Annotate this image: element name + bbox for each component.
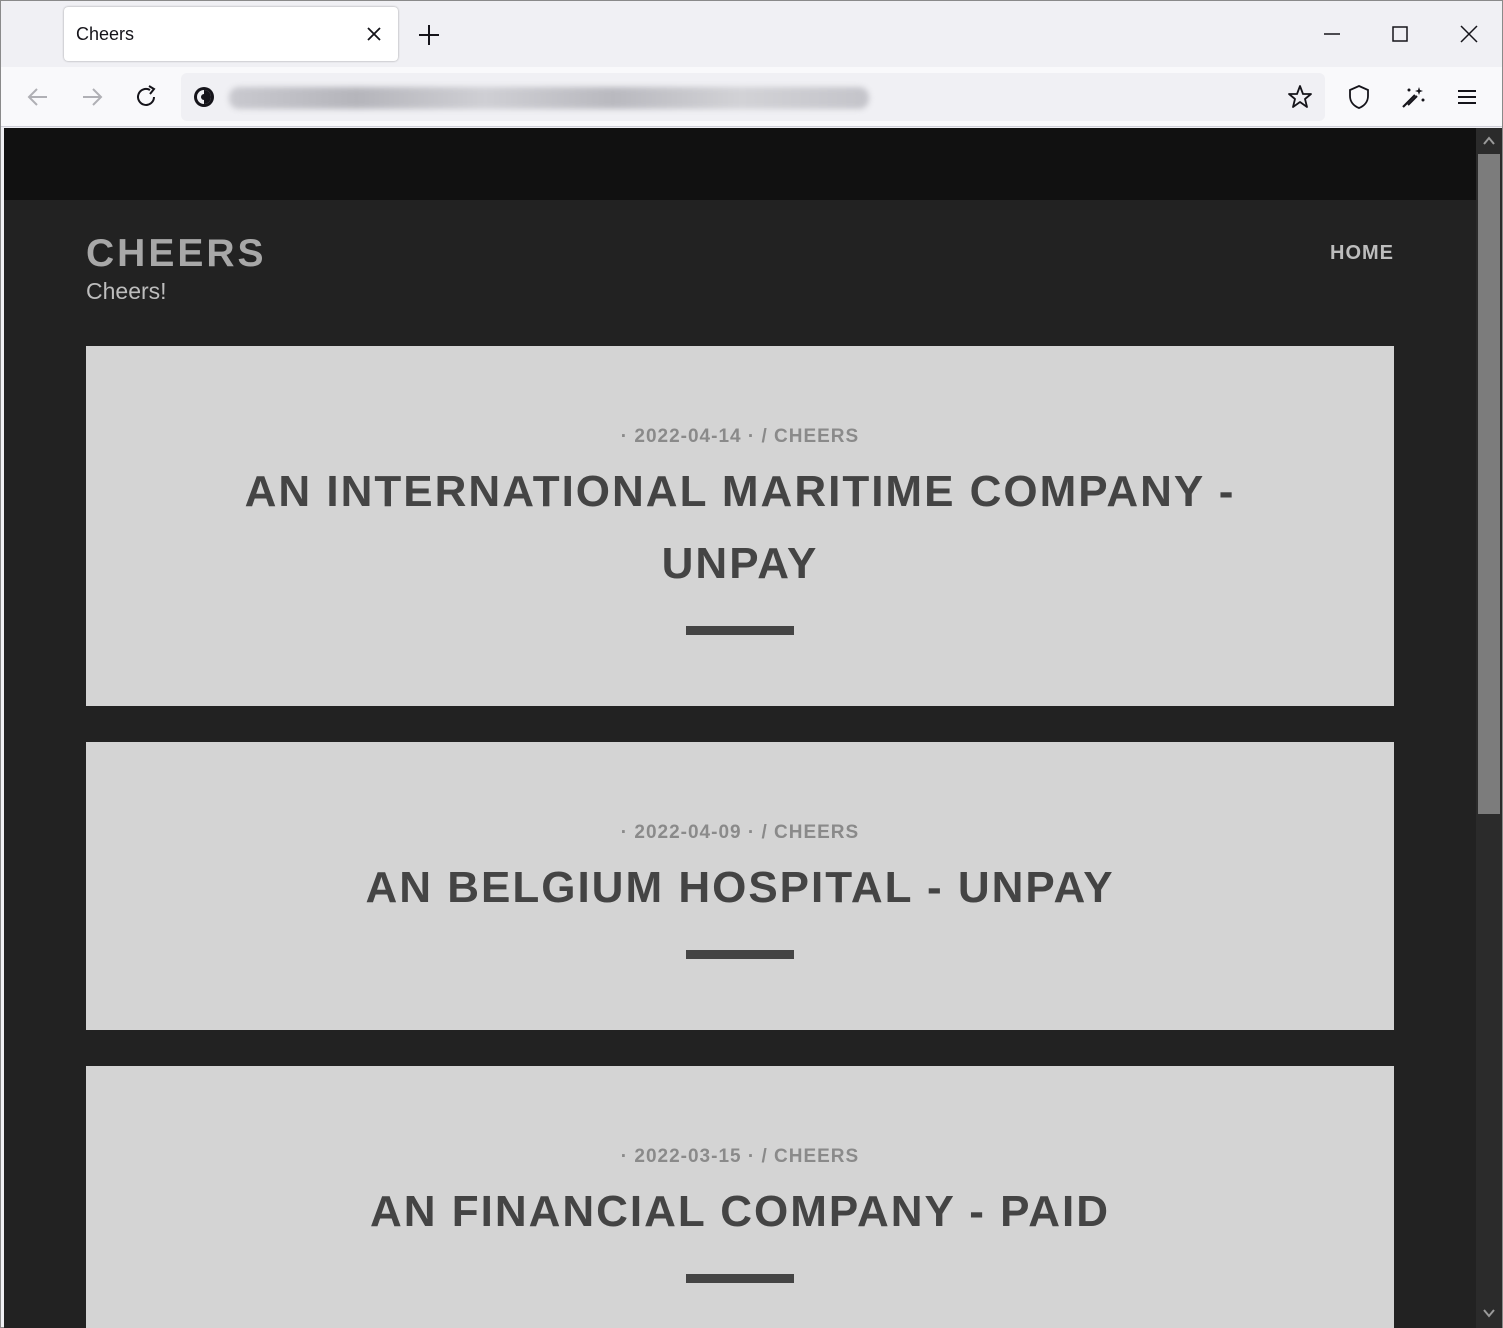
back-icon[interactable] [24,83,52,111]
post-meta: · 2022-03-15 · / CHEERS [620,1146,860,1167]
site-title[interactable]: CHEERS [86,232,267,276]
tab-cheers[interactable]: Cheers [64,7,398,61]
new-tab-icon[interactable] [415,21,443,49]
tracking-protection-icon[interactable] [191,84,217,110]
shield-icon[interactable] [1345,83,1373,111]
post-divider [686,1274,794,1283]
post-divider [686,626,794,635]
close-window-icon[interactable] [1454,19,1484,49]
menu-hamburger-icon[interactable] [1453,83,1481,111]
vertical-scrollbar[interactable] [1476,128,1502,1328]
top-bar [4,128,1476,200]
minimize-icon[interactable] [1317,19,1347,49]
reload-icon[interactable] [132,83,160,111]
post-title[interactable]: AN FINANCIAL COMPANY - PAID [210,1176,1270,1248]
bookmark-star-icon[interactable] [1286,83,1314,111]
url-text[interactable]: blurred-address [229,87,869,109]
forward-icon[interactable] [78,83,106,111]
site-description: Cheers! [86,278,167,304]
post-meta: · 2022-04-09 · / CHEERS [620,822,860,843]
page-viewport: CHEERS Cheers! HOME · 2022-04-14 · / CHE… [4,128,1476,1328]
close-tab-icon[interactable] [364,24,384,44]
navigation-toolbar: blurred-address [1,67,1502,127]
post-card[interactable]: · 2022-04-14 · / CHEERS AN INTERNATIONAL… [86,346,1394,706]
post-title[interactable]: AN INTERNATIONAL MARITIME COMPANY - UNPA… [210,456,1270,600]
post-card[interactable]: · 2022-03-15 · / CHEERS AN FINANCIAL COM… [86,1066,1394,1328]
maximize-icon[interactable] [1385,19,1415,49]
post-title[interactable]: AN BELGIUM HOSPITAL - UNPAY [210,852,1270,924]
scroll-up-arrow-icon[interactable] [1480,132,1498,150]
post-divider [686,950,794,959]
post-meta: · 2022-04-14 · / CHEERS [620,426,860,447]
nav-home-link[interactable]: HOME [1330,242,1394,265]
post-card[interactable]: · 2022-04-09 · / CHEERS AN BELGIUM HOSPI… [86,742,1394,1030]
browser-window: Cheers CHEERS Cheers! HOME · 2022-04-14 … [0,0,1503,1328]
scroll-down-arrow-icon[interactable] [1480,1304,1498,1322]
scrollbar-thumb[interactable] [1478,154,1500,814]
extensions-sparkle-icon[interactable] [1399,83,1427,111]
address-bar[interactable]: blurred-address [181,73,1325,121]
tab-title: Cheers [76,24,135,44]
tab-strip: Cheers [1,1,1502,67]
